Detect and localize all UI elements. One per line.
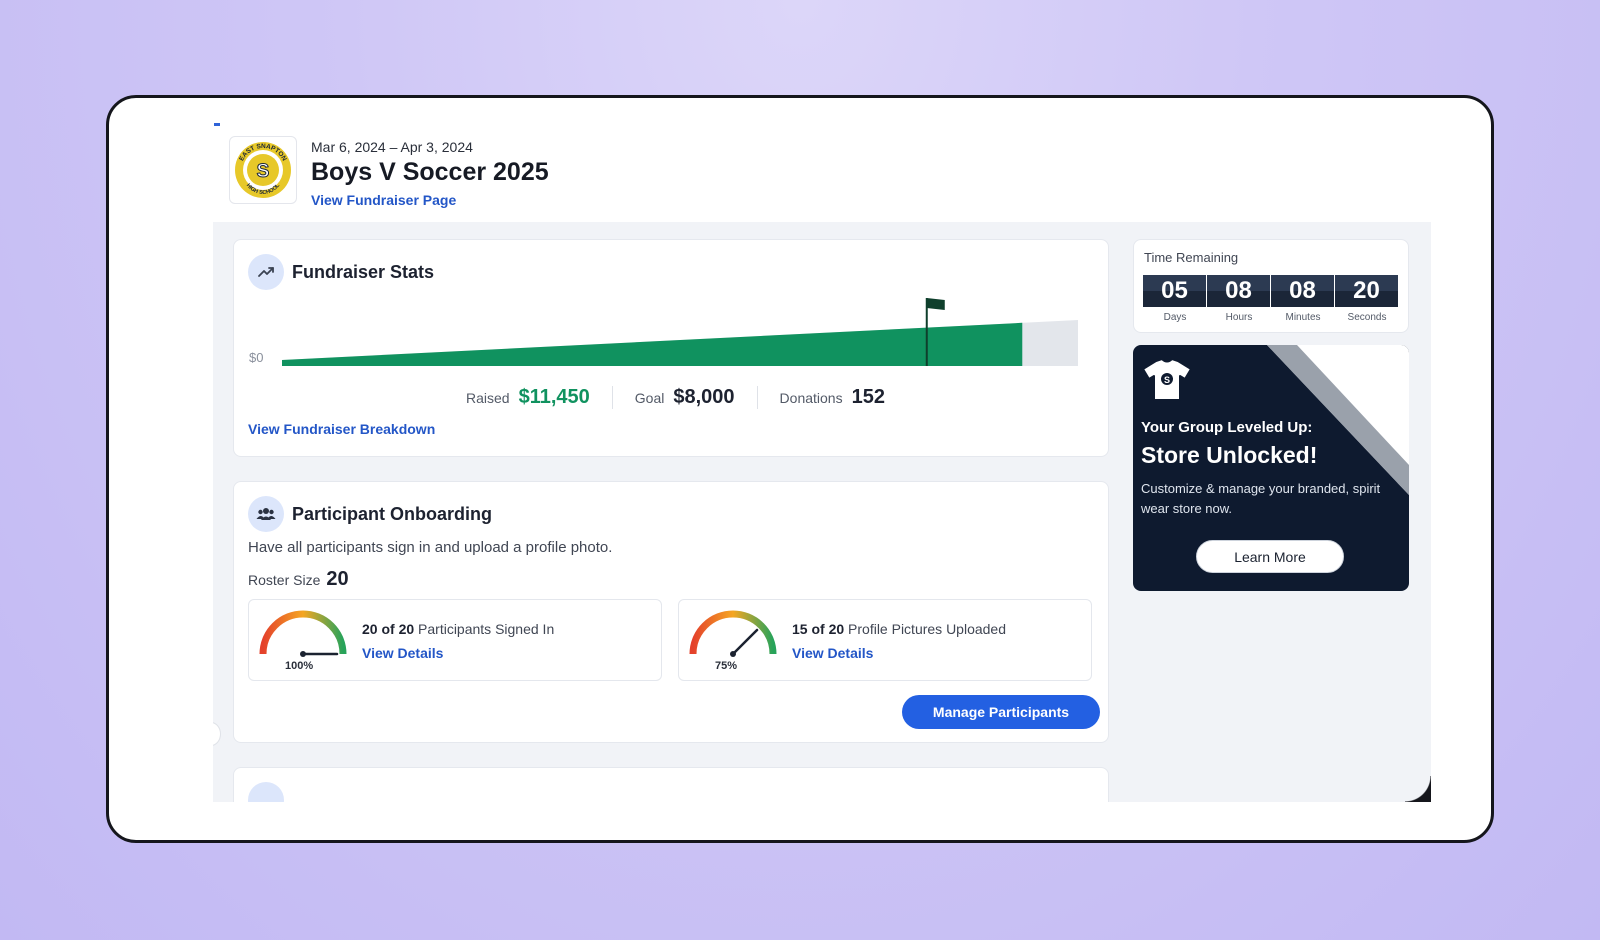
onboarding-title: Participant Onboarding — [292, 503, 493, 524]
minutes-value: 08 — [1271, 275, 1335, 307]
page-title: Boys V Soccer 2025 — [311, 158, 549, 186]
fundraiser-dates: Mar 6, 2024 – Apr 3, 2024 — [311, 139, 473, 155]
gauge-icon — [689, 610, 777, 657]
app-window: EAST SNAPTON HIGH SCHOOL S Mar 6, 2024 –… — [106, 95, 1494, 843]
days-value: 05 — [1143, 275, 1207, 307]
collapse-handle[interactable] — [213, 722, 221, 746]
hours-label: Hours — [1225, 312, 1253, 323]
time-remaining-label: Time Remaining — [1144, 250, 1239, 265]
view-fundraiser-breakdown-link[interactable]: View Fundraiser Breakdown — [248, 421, 435, 437]
seconds-value: 20 — [1335, 275, 1399, 307]
days-label: Days — [1163, 312, 1187, 323]
view-fundraiser-page-link[interactable]: View Fundraiser Page — [311, 192, 549, 208]
minutes-label: Minutes — [1285, 312, 1321, 323]
goal-flag-icon — [926, 298, 945, 310]
trending-up-icon — [248, 254, 284, 290]
raised-value: $11,450 — [518, 386, 590, 408]
photos-view-details-link[interactable]: View Details — [792, 645, 873, 661]
signed-in-gauge-card: 100% 20 of 20 Participants Signed In Vie… — [248, 599, 662, 681]
logo-letter: S — [257, 161, 270, 182]
countdown: 05 Days 08 Hours 08 Minutes 20 Seconds — [1143, 275, 1399, 323]
donations-label: Donations — [779, 390, 843, 406]
learn-more-button[interactable]: Learn More — [1196, 540, 1344, 573]
manage-participants-button[interactable]: Manage Participants — [902, 695, 1100, 729]
svg-text:S: S — [1164, 375, 1170, 385]
promo-title: Store Unlocked! — [1141, 442, 1318, 468]
participant-onboarding-card: Participant Onboarding Have all particip… — [233, 481, 1109, 743]
promo-description: Customize & manage your branded, spirit … — [1141, 481, 1381, 516]
gauge-icon — [259, 610, 347, 657]
roster-size: Roster Size 20 — [248, 568, 349, 591]
onboarding-description: Have all participants sign in and upload… — [248, 539, 613, 556]
photos-gauge-card: 75% 15 of 20 Profile Pictures Uploaded V… — [678, 599, 1092, 681]
signed-in-label: Participants Signed In — [418, 621, 555, 637]
goal-value: $8,000 — [673, 386, 735, 408]
fundraiser-stats-card: Fundraiser Stats $0 Raised $11,450 Goal … — [233, 239, 1109, 457]
time-remaining-card: Time Remaining 05 Days 08 Hours 08 Minutes … — [1133, 239, 1409, 333]
stats-title: Fundraiser Stats — [292, 261, 435, 282]
donations-value: 152 — [851, 386, 885, 408]
tshirt-icon: S — [1140, 357, 1194, 408]
fundraiser-header: EAST SNAPTON HIGH SCHOOL S Mar 6, 2024 –… — [229, 136, 549, 208]
photos-count: 15 of 20 — [792, 621, 845, 637]
bar-zero-label: $0 — [249, 350, 264, 365]
next-card-peek — [233, 767, 1109, 802]
raised-label: Raised — [466, 390, 510, 406]
section-icon — [248, 782, 284, 802]
promo-subtitle: Your Group Leveled Up: — [1141, 419, 1313, 436]
store-unlocked-promo: S Your Group Leveled Up: Store Unlocked!… — [1133, 345, 1409, 591]
progress-fill — [282, 322, 1023, 366]
signed-in-view-details-link[interactable]: View Details — [362, 645, 443, 661]
progress-bar — [282, 298, 1078, 366]
signed-in-count: 20 of 20 — [362, 621, 415, 637]
users-icon — [248, 496, 284, 532]
roster-label: Roster Size — [248, 572, 321, 588]
roster-value: 20 — [326, 568, 349, 590]
signed-in-percent: 100% — [285, 660, 314, 672]
photos-label: Profile Pictures Uploaded — [848, 621, 1007, 637]
stats-summary: Raised $11,450 Goal $8,000 Donations 152 — [444, 386, 907, 409]
photos-percent: 75% — [715, 660, 738, 672]
hours-value: 08 — [1207, 275, 1271, 307]
school-logo-icon: EAST SNAPTON HIGH SCHOOL S — [229, 136, 297, 204]
corner-marker — [214, 123, 220, 126]
goal-label: Goal — [634, 390, 665, 406]
dashboard-content: Fundraiser Stats $0 Raised $11,450 Goal … — [213, 222, 1431, 802]
seconds-label: Seconds — [1347, 312, 1387, 323]
